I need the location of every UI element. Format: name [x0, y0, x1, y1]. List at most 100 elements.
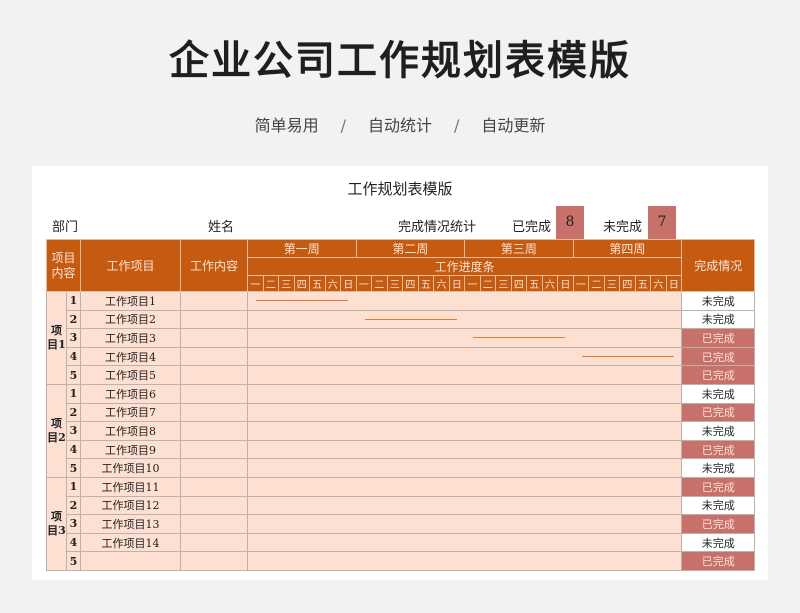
col-day: 六	[324, 275, 341, 292]
table-row: 5 已完成	[47, 551, 756, 571]
content-cell[interactable]	[180, 402, 249, 423]
content-cell[interactable]	[180, 532, 249, 553]
item-cell[interactable]	[80, 551, 182, 571]
table-row: 项目2 1 工作项目6 未完成	[46, 383, 756, 478]
table-row: 4 工作项目4 已完成	[47, 346, 756, 367]
item-cell[interactable]: 工作项目6	[80, 383, 182, 404]
col-group: 项目内容	[45, 239, 82, 292]
progress-cell	[247, 328, 683, 348]
content-cell[interactable]	[180, 421, 249, 441]
separator: /	[454, 116, 460, 135]
col-day: 四	[619, 275, 636, 292]
col-week-3: 第三周	[464, 239, 574, 258]
col-day: 一	[247, 275, 264, 292]
content-cell[interactable]	[180, 291, 249, 311]
content-cell[interactable]	[180, 383, 249, 404]
status-cell[interactable]: 未完成	[681, 532, 756, 553]
col-day: 二	[588, 275, 605, 292]
col-day: 三	[495, 275, 512, 292]
item-cell[interactable]: 工作项目1	[80, 291, 182, 311]
status-cell[interactable]: 已完成	[681, 439, 756, 460]
progress-bar	[364, 318, 457, 320]
done-label: 已完成	[512, 220, 552, 235]
item-cell[interactable]: 工作项目4	[80, 346, 182, 367]
progress-cell	[247, 514, 683, 534]
item-cell[interactable]: 工作项目11	[80, 476, 182, 497]
status-cell[interactable]: 未完成	[681, 383, 756, 404]
status-cell[interactable]: 已完成	[681, 551, 756, 571]
content-cell[interactable]	[180, 439, 249, 460]
group-label: 项目2	[46, 383, 67, 478]
page-title: 企业公司工作规划表模版	[169, 38, 631, 84]
progress-cell	[247, 476, 683, 497]
row-number: 3	[65, 328, 82, 348]
col-day: 三	[278, 275, 295, 292]
col-day: 日	[557, 275, 574, 292]
status-cell[interactable]: 未完成	[681, 458, 756, 478]
table-row: 3 工作项目8 未完成	[47, 421, 756, 441]
status-cell[interactable]: 未完成	[681, 309, 756, 330]
progress-cell	[247, 551, 683, 571]
col-week-1: 第一周	[247, 239, 357, 258]
col-day: 日	[665, 275, 683, 292]
content-cell[interactable]	[180, 309, 249, 330]
status-cell[interactable]: 已完成	[681, 402, 756, 423]
item-cell[interactable]: 工作项目2	[80, 309, 182, 330]
col-day: 一	[355, 275, 373, 292]
sheet-title: 工作规划表模版	[347, 180, 453, 198]
item-cell[interactable]: 工作项目12	[80, 495, 182, 516]
content-cell[interactable]	[180, 514, 249, 534]
row-number: 3	[65, 421, 82, 441]
done-count: 8	[556, 206, 584, 239]
status-cell[interactable]: 未完成	[681, 291, 756, 311]
status-cell[interactable]: 已完成	[681, 514, 756, 534]
item-cell[interactable]: 工作项目9	[80, 439, 182, 460]
col-content: 工作内容	[180, 239, 249, 292]
feature-2: 自动统计	[367, 116, 432, 135]
item-cell[interactable]: 工作项目3	[80, 328, 182, 348]
content-cell[interactable]	[180, 551, 249, 571]
row-number: 4	[65, 346, 82, 367]
content-cell[interactable]	[180, 346, 249, 367]
table-row: 5 工作项目10 未完成	[47, 458, 756, 478]
dept-label: 部门	[52, 220, 79, 235]
col-item: 工作项目	[80, 239, 182, 292]
col-day: 三	[386, 275, 404, 292]
item-cell[interactable]: 工作项目14	[80, 532, 182, 553]
col-day: 六	[541, 275, 559, 292]
name-label: 姓名	[208, 220, 235, 235]
col-day: 一	[572, 275, 590, 292]
progress-cell	[247, 402, 683, 423]
content-cell[interactable]	[180, 328, 249, 348]
col-day: 三	[603, 275, 621, 292]
item-cell[interactable]: 工作项目13	[80, 514, 182, 534]
content-cell[interactable]	[180, 476, 249, 497]
item-cell[interactable]: 工作项目10	[80, 458, 182, 478]
row-number: 3	[65, 514, 82, 534]
status-cell[interactable]: 已完成	[681, 365, 756, 385]
status-cell[interactable]: 未完成	[681, 495, 756, 516]
col-day: 五	[309, 275, 326, 292]
item-cell[interactable]: 工作项目5	[80, 365, 182, 385]
col-week-2: 第二周	[355, 239, 466, 258]
progress-cell	[247, 439, 683, 460]
table-row: 项目3 1 工作项目11 已完成	[46, 476, 756, 571]
status-cell[interactable]: 已完成	[681, 328, 756, 348]
col-day: 四	[293, 275, 310, 292]
status-cell[interactable]: 已完成	[681, 346, 756, 367]
col-day: 六	[433, 275, 450, 292]
content-cell[interactable]	[180, 365, 249, 385]
col-day: 二	[371, 275, 388, 292]
group-label: 项目1	[46, 291, 67, 385]
content-cell[interactable]	[180, 495, 249, 516]
item-cell[interactable]: 工作项目7	[80, 402, 182, 423]
item-cell[interactable]: 工作项目8	[80, 421, 182, 441]
row-number: 1	[65, 383, 82, 404]
status-cell[interactable]: 已完成	[681, 476, 756, 497]
status-cell[interactable]: 未完成	[681, 421, 756, 441]
content-cell[interactable]	[180, 458, 249, 478]
col-day: 日	[448, 275, 466, 292]
table-row: 3 工作项目13 已完成	[47, 514, 756, 534]
feature-tagline: 简单易用 / 自动统计 / 自动更新	[0, 112, 800, 136]
row-number: 1	[65, 476, 82, 497]
